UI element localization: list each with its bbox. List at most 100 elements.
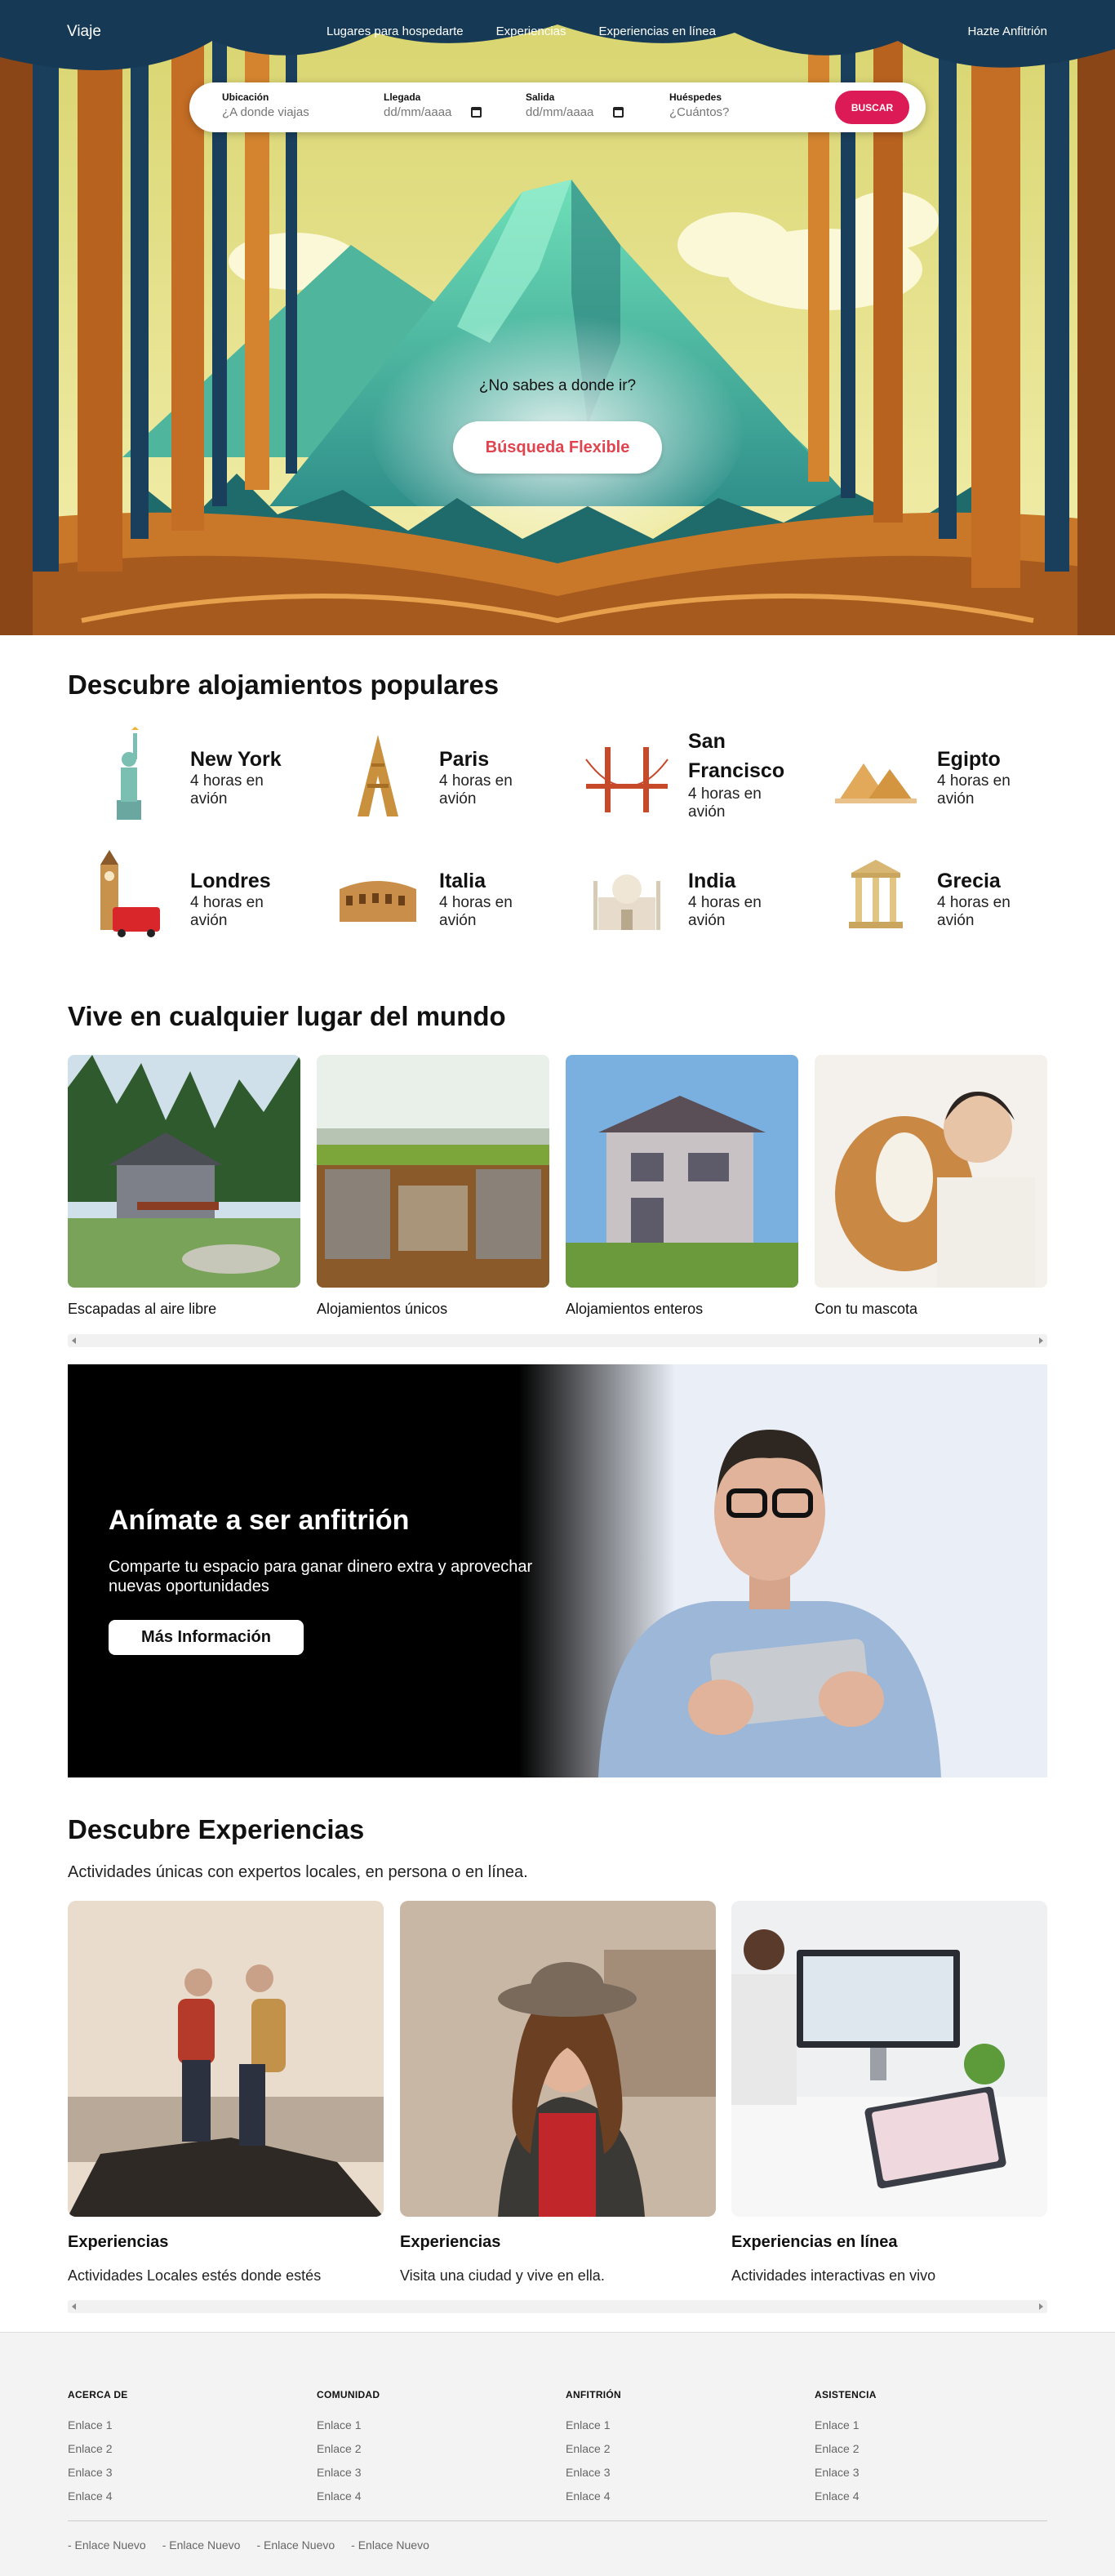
destination-card[interactable]: Paris 4 horas en avión [317,723,553,826]
destination-card[interactable]: Italia 4 horas en avión [317,845,553,948]
calendar-icon[interactable] [613,107,624,118]
experience-desc: Visita una ciudad y vive en ella. [400,2267,605,2284]
eiffel-tower-image [358,735,398,816]
footer-heading: ACERCA DE [68,2389,128,2400]
footer-link[interactable]: Enlace 4 [68,2489,264,2503]
destination-card[interactable]: Londres 4 horas en avión [68,845,304,948]
live-section-title: Vive en cualquier lugar del mundo [68,1001,506,1031]
footer-link[interactable]: Enlace 2 [317,2442,513,2455]
destination-time: 4 horas en avión [937,894,1011,929]
location-label: Ubicación [222,91,269,103]
footer-link[interactable]: Enlace 1 [317,2418,513,2431]
search-button[interactable]: BUSCAR [835,91,909,124]
checkin-field: Llegada dd/mm/aaaa [384,91,482,119]
footer-divider [68,2520,1047,2521]
experience-title: Experiencias en línea [731,2233,898,2251]
footer-bottom-link[interactable]: - Enlace Nuevo [68,2538,146,2552]
footer-link[interactable]: Enlace 2 [566,2442,762,2455]
nav-link-experiences[interactable]: Experiencias [496,24,566,38]
footer-link[interactable]: Enlace 4 [317,2489,513,2503]
footer-link[interactable]: Enlace 4 [566,2489,762,2503]
destination-card[interactable]: Grecia 4 horas en avión [815,845,1051,948]
footer-bottom-link[interactable]: - Enlace Nuevo [256,2538,335,2552]
destination-card[interactable]: Egipto 4 horas en avión [815,723,1051,826]
guests-label: Huéspedes [669,91,722,103]
experience-title: Experiencias [68,2233,169,2251]
footer-link[interactable]: Enlace 1 [815,2418,1011,2431]
carousel-scrollbar[interactable] [68,2300,1047,2313]
stay-type-card[interactable]: Escapadas al aire libre [68,1055,300,1318]
traveler-woman-photo [400,1901,716,2217]
footer-link[interactable]: Enlace 1 [566,2418,762,2431]
stay-type-label: Con tu mascota [815,1301,918,1317]
footer-column-host: ANFITRIÓN Enlace 1 Enlace 2 Enlace 3 Enl… [566,2389,762,2503]
video-call-photo [731,1901,1047,2217]
location-input[interactable] [222,105,336,119]
destination-time: 4 horas en avión [439,894,513,929]
scroll-left-icon[interactable] [72,1337,76,1344]
footer-bottom-link[interactable]: - Enlace Nuevo [351,2538,429,2552]
stay-type-card[interactable]: Con tu mascota [815,1055,1047,1318]
host-banner-title: Anímate a ser anfitrión [109,1505,410,1536]
stay-type-card[interactable]: Alojamientos únicos [317,1055,549,1318]
hikers-photo [68,1901,384,2217]
footer-link[interactable]: Enlace 3 [68,2466,264,2479]
guests-input[interactable] [669,105,784,119]
become-host-link[interactable]: Hazte Anfitrión [967,24,1047,38]
nav-link-online-experiences[interactable]: Experiencias en línea [599,24,716,38]
footer-column-community: COMUNIDAD Enlace 1 Enlace 2 Enlace 3 Enl… [317,2389,513,2503]
checkout-label: Salida [526,91,555,103]
destination-name: Grecia [937,870,1001,892]
colosseum-image [340,881,416,922]
calendar-icon[interactable] [471,107,482,118]
pet-photo [815,1055,1047,1288]
footer-link[interactable]: Enlace 4 [815,2489,1011,2503]
scroll-left-icon[interactable] [72,2303,76,2310]
destination-time: 4 horas en avión [937,772,1011,808]
checkout-field: Salida dd/mm/aaaa [526,91,624,119]
destination-name: Egipto [937,748,1001,771]
flexible-search-button[interactable]: Búsqueda Flexible [453,421,662,474]
scroll-right-icon[interactable] [1039,1337,1043,1344]
footer-link[interactable]: Enlace 2 [815,2442,1011,2455]
footer-link[interactable]: Enlace 2 [68,2442,264,2455]
footer-heading: COMUNIDAD [317,2389,380,2400]
checkout-input[interactable]: dd/mm/aaaa [526,105,624,119]
experience-desc: Actividades interactivas en vivo [731,2267,936,2284]
hero-section: Viaje Lugares para hospedarte Experienci… [0,0,1115,635]
carousel-scrollbar[interactable] [68,1334,1047,1347]
footer-link[interactable]: Enlace 1 [68,2418,264,2431]
experience-card[interactable]: Experiencias Actividades Locales estés d… [68,1901,384,2285]
destination-time: 4 horas en avión [439,772,513,808]
destination-name: Londres [190,870,271,892]
greek-temple-image [849,860,903,928]
nav-links: Lugares para hospedarte Experiencias Exp… [327,24,716,38]
destination-card[interactable]: New York 4 horas en avión [68,723,304,826]
destination-card[interactable]: India 4 horas en avión [566,845,802,948]
host-banner: Anímate a ser anfitrión Comparte tu espa… [68,1364,1047,1777]
footer-link[interactable]: Enlace 3 [317,2466,513,2479]
top-navigation: Viaje Lugares para hospedarte Experienci… [0,0,1115,65]
footer-link[interactable]: Enlace 3 [815,2466,1011,2479]
destination-time: 4 horas en avión [190,894,264,929]
terrace-photo [317,1055,549,1288]
destination-card[interactable]: San Francisco 4 horas en avión [566,723,802,826]
destination-time: 4 horas en avión [688,785,762,821]
checkout-value: dd/mm/aaaa [526,105,594,119]
stay-type-card[interactable]: Alojamientos enteros [566,1055,798,1318]
destination-time: 4 horas en avión [190,772,264,808]
guests-field: Huéspedes [669,91,784,120]
destination-name: San Francisco [688,730,785,782]
taj-mahal-image [593,874,660,930]
more-info-button[interactable]: Más Información [109,1620,304,1655]
nav-link-lodging[interactable]: Lugares para hospedarte [327,24,464,38]
experience-card[interactable]: Experiencias Visita una ciudad y vive en… [400,1901,716,2285]
experience-title: Experiencias [400,2233,501,2251]
footer-link[interactable]: Enlace 3 [566,2466,762,2479]
experience-card[interactable]: Experiencias en línea Actividades intera… [731,1901,1047,2285]
scroll-right-icon[interactable] [1039,2303,1043,2310]
checkin-input[interactable]: dd/mm/aaaa [384,105,482,119]
site-logo[interactable]: Viaje [67,23,101,41]
search-bar: Ubicación Llegada dd/mm/aaaa Salida dd/m… [189,82,926,132]
footer-bottom-link[interactable]: - Enlace Nuevo [162,2538,241,2552]
